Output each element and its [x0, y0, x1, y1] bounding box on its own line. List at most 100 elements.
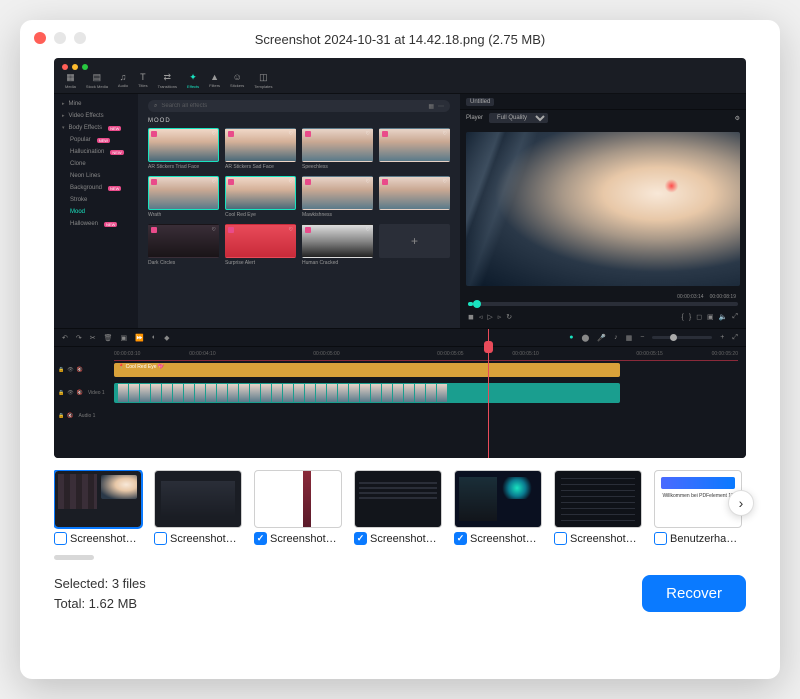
effect-thumb[interactable]: ♡AR Stickers Sad Face: [225, 128, 296, 170]
effect-thumb[interactable]: ♡Mawkishness: [302, 176, 373, 218]
video-clip[interactable]: [114, 383, 620, 403]
top-tab-stock-media[interactable]: ▤Stock Media: [83, 72, 111, 93]
top-tab-templates[interactable]: ◫Templates: [251, 72, 275, 93]
sidebar-item-stroke[interactable]: Stroke: [54, 194, 138, 206]
eye-icon[interactable]: 👁: [67, 390, 73, 396]
effect-thumb[interactable]: ♡Surprise Alert: [225, 224, 296, 266]
record-icon[interactable]: ⬤: [582, 334, 590, 342]
mute-icon[interactable]: 🔇: [67, 413, 73, 419]
sidebar-item-clone[interactable]: Clone: [54, 158, 138, 170]
speed-icon[interactable]: ⏩: [135, 334, 144, 342]
lock-icon[interactable]: 🔒: [58, 413, 64, 419]
fullscreen-icon[interactable]: ⤢: [732, 313, 738, 321]
top-tab-titles[interactable]: TTitles: [135, 72, 150, 93]
timeline-ruler[interactable]: 00:00:03:1000:00:04:1000:00:05:0000:00:0…: [54, 347, 746, 361]
file-card[interactable]: Screenshot…: [354, 470, 442, 545]
grid-view-icon[interactable]: ▦: [428, 103, 434, 110]
effect-thumb[interactable]: ♡Speechless: [302, 128, 373, 170]
marker-icon[interactable]: ●: [569, 334, 573, 341]
next-icon[interactable]: ▹: [498, 313, 502, 321]
search-input[interactable]: ⌕ Search all effects ▦ ⋯: [148, 100, 450, 112]
file-card[interactable]: Screenshot…: [254, 470, 342, 545]
top-tab-effects[interactable]: ✦Effects: [184, 72, 202, 93]
sidebar-video-effects[interactable]: ▸Video Effects: [54, 110, 138, 122]
sidebar-item-neon-lines[interactable]: Neon Lines: [54, 170, 138, 182]
player-settings-icon[interactable]: ⚙: [735, 115, 740, 122]
file-checkbox[interactable]: [54, 532, 67, 545]
file-card[interactable]: Screenshot…: [554, 470, 642, 545]
file-checkbox[interactable]: [554, 532, 567, 545]
effect-thumb[interactable]: ♡: [379, 176, 450, 218]
minimize-icon[interactable]: [54, 32, 66, 44]
lock-icon[interactable]: 🔒: [58, 367, 64, 373]
effect-thumb[interactable]: ♡Human Cracked: [302, 224, 373, 266]
close-icon[interactable]: [34, 32, 46, 44]
mute-icon[interactable]: 🔇: [77, 390, 83, 396]
sidebar-mine[interactable]: ▸Mine: [54, 98, 138, 110]
top-tab-media[interactable]: ▦Media: [62, 72, 79, 93]
fx-clip[interactable]: 📍 Cool Red Eye 💖: [114, 363, 620, 377]
video-track[interactable]: 🔒👁🔇Video 1: [114, 381, 746, 405]
effect-thumb[interactable]: ♡: [379, 128, 450, 170]
sidebar-item-mood[interactable]: Mood: [54, 206, 138, 218]
file-checkbox[interactable]: [454, 532, 467, 545]
zoom-in-icon[interactable]: +: [720, 334, 724, 341]
effect-thumb[interactable]: ♡Cool Red Eye: [225, 176, 296, 218]
effect-thumb[interactable]: ♡Wrath: [148, 176, 219, 218]
undo-icon[interactable]: ↶: [62, 334, 68, 342]
effect-thumb[interactable]: ♡AR Stickers Triad Face: [148, 128, 219, 170]
snapshot-icon[interactable]: ◻: [696, 313, 702, 321]
top-tab-filters[interactable]: ▲Filters: [206, 72, 223, 93]
loop-icon[interactable]: ↻: [506, 313, 512, 321]
crop-icon[interactable]: ▣: [121, 334, 128, 342]
file-card[interactable]: Screenshot…: [54, 470, 142, 545]
zoom-icon[interactable]: [74, 32, 86, 44]
file-card[interactable]: Screenshot…: [454, 470, 542, 545]
volume-icon[interactable]: 🔈: [719, 313, 728, 321]
file-checkbox[interactable]: [254, 532, 267, 545]
effect-thumb[interactable]: ♡Dark Circles: [148, 224, 219, 266]
top-tab-transitions[interactable]: ⇄Transitions: [155, 72, 180, 93]
file-checkbox[interactable]: [654, 532, 667, 545]
effect-thumb[interactable]: +: [379, 224, 450, 266]
player-scrubber[interactable]: [468, 302, 738, 306]
play-icon[interactable]: ▷: [487, 313, 492, 321]
sidebar-item-popular[interactable]: PopularNEW: [54, 134, 138, 146]
sidebar-item-hallucination[interactable]: HallucinationNEW: [54, 146, 138, 158]
eye-icon[interactable]: 👁: [67, 367, 73, 373]
more-icon[interactable]: ⋯: [438, 103, 444, 110]
compare-icon[interactable]: ▣: [707, 313, 714, 321]
render-icon[interactable]: ▦: [626, 334, 633, 342]
mark-out-icon[interactable]: }: [689, 314, 691, 321]
sidebar-item-halloween[interactable]: HalloweenNEW: [54, 218, 138, 230]
player-viewport[interactable]: [466, 132, 740, 286]
sidebar-item-background[interactable]: BackgroundNEW: [54, 182, 138, 194]
cut-icon[interactable]: ✂: [90, 334, 96, 342]
top-tab-stickers[interactable]: ☺Stickers: [227, 72, 247, 93]
audio-track[interactable]: 🔒🔇Audio 1: [114, 407, 746, 425]
prev-icon[interactable]: ◃: [479, 313, 483, 321]
quality-select[interactable]: Full Quality: [489, 113, 548, 123]
next-page-button[interactable]: ›: [728, 490, 754, 516]
mark-in-icon[interactable]: {: [682, 314, 684, 321]
redo-icon[interactable]: ↷: [76, 334, 82, 342]
top-tab-audio[interactable]: ♫Audio: [115, 72, 131, 93]
zoom-slider[interactable]: [652, 336, 712, 339]
lock-icon[interactable]: 🔒: [58, 390, 64, 396]
mix-icon[interactable]: ♪: [614, 334, 618, 341]
zoom-out-icon[interactable]: −: [640, 334, 644, 341]
file-card[interactable]: Screenshot…: [154, 470, 242, 545]
mute-icon[interactable]: 🔇: [77, 367, 83, 373]
color-icon[interactable]: ◐: [152, 334, 156, 341]
playhead[interactable]: [488, 329, 489, 458]
stop-icon[interactable]: ◼: [468, 313, 474, 321]
keyframe-icon[interactable]: ◆: [164, 334, 169, 342]
fit-icon[interactable]: ⤢: [732, 334, 738, 342]
delete-icon[interactable]: 🗑: [104, 334, 113, 342]
sidebar-body-effects[interactable]: ▾Body EffectsNEW: [54, 122, 138, 134]
fx-track[interactable]: 🔒👁🔇 📍 Cool Red Eye 💖: [114, 361, 746, 379]
file-checkbox[interactable]: [154, 532, 167, 545]
recover-button[interactable]: Recover: [642, 575, 746, 612]
file-checkbox[interactable]: [354, 532, 367, 545]
project-name[interactable]: Untitled: [466, 98, 494, 106]
